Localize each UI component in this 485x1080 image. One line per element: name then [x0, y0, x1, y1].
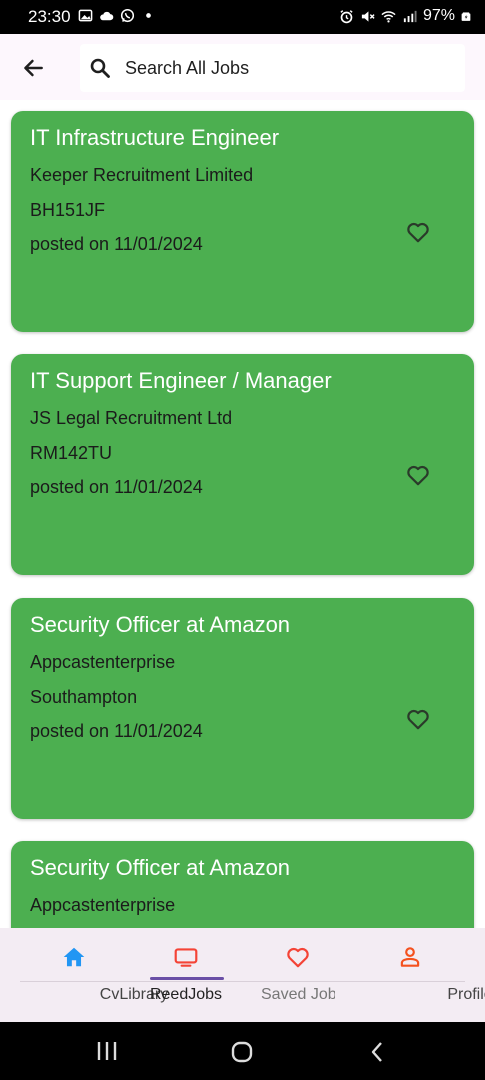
heart-icon[interactable] — [404, 219, 432, 245]
job-title: IT Infrastructure Engineer — [30, 125, 280, 150]
nav-label: ReedJobs — [149, 986, 223, 1003]
battery-icon — [461, 11, 471, 21]
job-location: RM142TU — [30, 443, 113, 463]
tv-icon — [174, 948, 198, 967]
selected-tab-indicator — [150, 977, 224, 980]
arrow-back-icon[interactable] — [20, 55, 46, 81]
cloud-icon — [100, 11, 114, 21]
job-card[interactable]: IT Infrastructure Engineer Keeper Recrui… — [11, 111, 474, 332]
heart-icon[interactable] — [404, 462, 432, 488]
job-location: Southampton — [30, 687, 138, 707]
job-card[interactable]: Security Officer at Amazon Appcastenterp… — [11, 841, 474, 928]
job-title: Security Officer at Amazon — [30, 612, 291, 637]
app-bar: Search All Jobs — [0, 34, 485, 100]
search-bar[interactable]: Search All Jobs — [80, 44, 465, 92]
signal-icon — [403, 10, 417, 22]
job-posted-date: posted on 11/01/2024 — [30, 721, 203, 741]
recent-apps-icon[interactable] — [95, 1040, 119, 1062]
job-company: Appcastenterprise — [30, 652, 176, 672]
gallery-icon — [78, 9, 93, 22]
status-bar: 23:30 97% — [0, 0, 485, 34]
job-list[interactable]: IT Infrastructure Engineer Keeper Recrui… — [0, 100, 485, 928]
battery-percent: 97% — [422, 7, 455, 24]
job-posted-date: posted on 11/01/2024 — [30, 234, 203, 254]
wifi-icon — [381, 10, 396, 22]
home-button-icon[interactable] — [230, 1040, 254, 1064]
alarm-icon — [340, 9, 353, 23]
search-input[interactable]: Search All Jobs — [125, 58, 249, 79]
nav-divider — [20, 981, 465, 982]
job-posted-date: posted on 11/01/2024 — [30, 477, 203, 497]
search-icon — [90, 58, 110, 78]
status-time: 23:30 — [28, 7, 71, 26]
job-card[interactable]: Security Officer at Amazon Appcastenterp… — [11, 598, 474, 819]
job-location: BH151JF — [30, 200, 106, 220]
back-button-icon[interactable] — [366, 1040, 390, 1064]
nav-item-profile[interactable]: Profile — [350, 928, 485, 1022]
bottom-navigation: CvLibrary ReedJobs Saved Jobs Profile — [0, 928, 485, 1022]
nav-item-reedjobs[interactable]: ReedJobs — [126, 928, 246, 1022]
job-title: IT Support Engineer / Manager — [30, 368, 332, 393]
nav-item-cvlibrary[interactable]: CvLibrary — [14, 928, 168, 1022]
status-notification-icons — [78, 8, 156, 23]
job-company: JS Legal Recruitment Ltd — [30, 408, 233, 428]
system-navigation-bar — [0, 1022, 485, 1080]
heart-icon — [287, 948, 309, 968]
nav-item-saved-jobs[interactable]: Saved Jobs — [238, 928, 358, 1022]
job-card[interactable]: IT Support Engineer / Manager JS Legal R… — [11, 354, 474, 575]
job-title: Security Officer at Amazon — [30, 855, 291, 880]
person-icon — [400, 947, 420, 967]
nav-label: Saved Jobs — [261, 986, 335, 1003]
whatsapp-icon — [120, 8, 135, 23]
job-company: Appcastenterprise — [30, 895, 176, 915]
nav-label: Profile — [447, 986, 485, 1003]
home-icon — [63, 947, 85, 967]
dot-icon — [146, 13, 151, 18]
job-company: Keeper Recruitment Limited — [30, 165, 254, 185]
status-system-icons: 97% — [339, 7, 471, 25]
mute-icon — [361, 10, 375, 22]
heart-icon[interactable] — [404, 706, 432, 732]
